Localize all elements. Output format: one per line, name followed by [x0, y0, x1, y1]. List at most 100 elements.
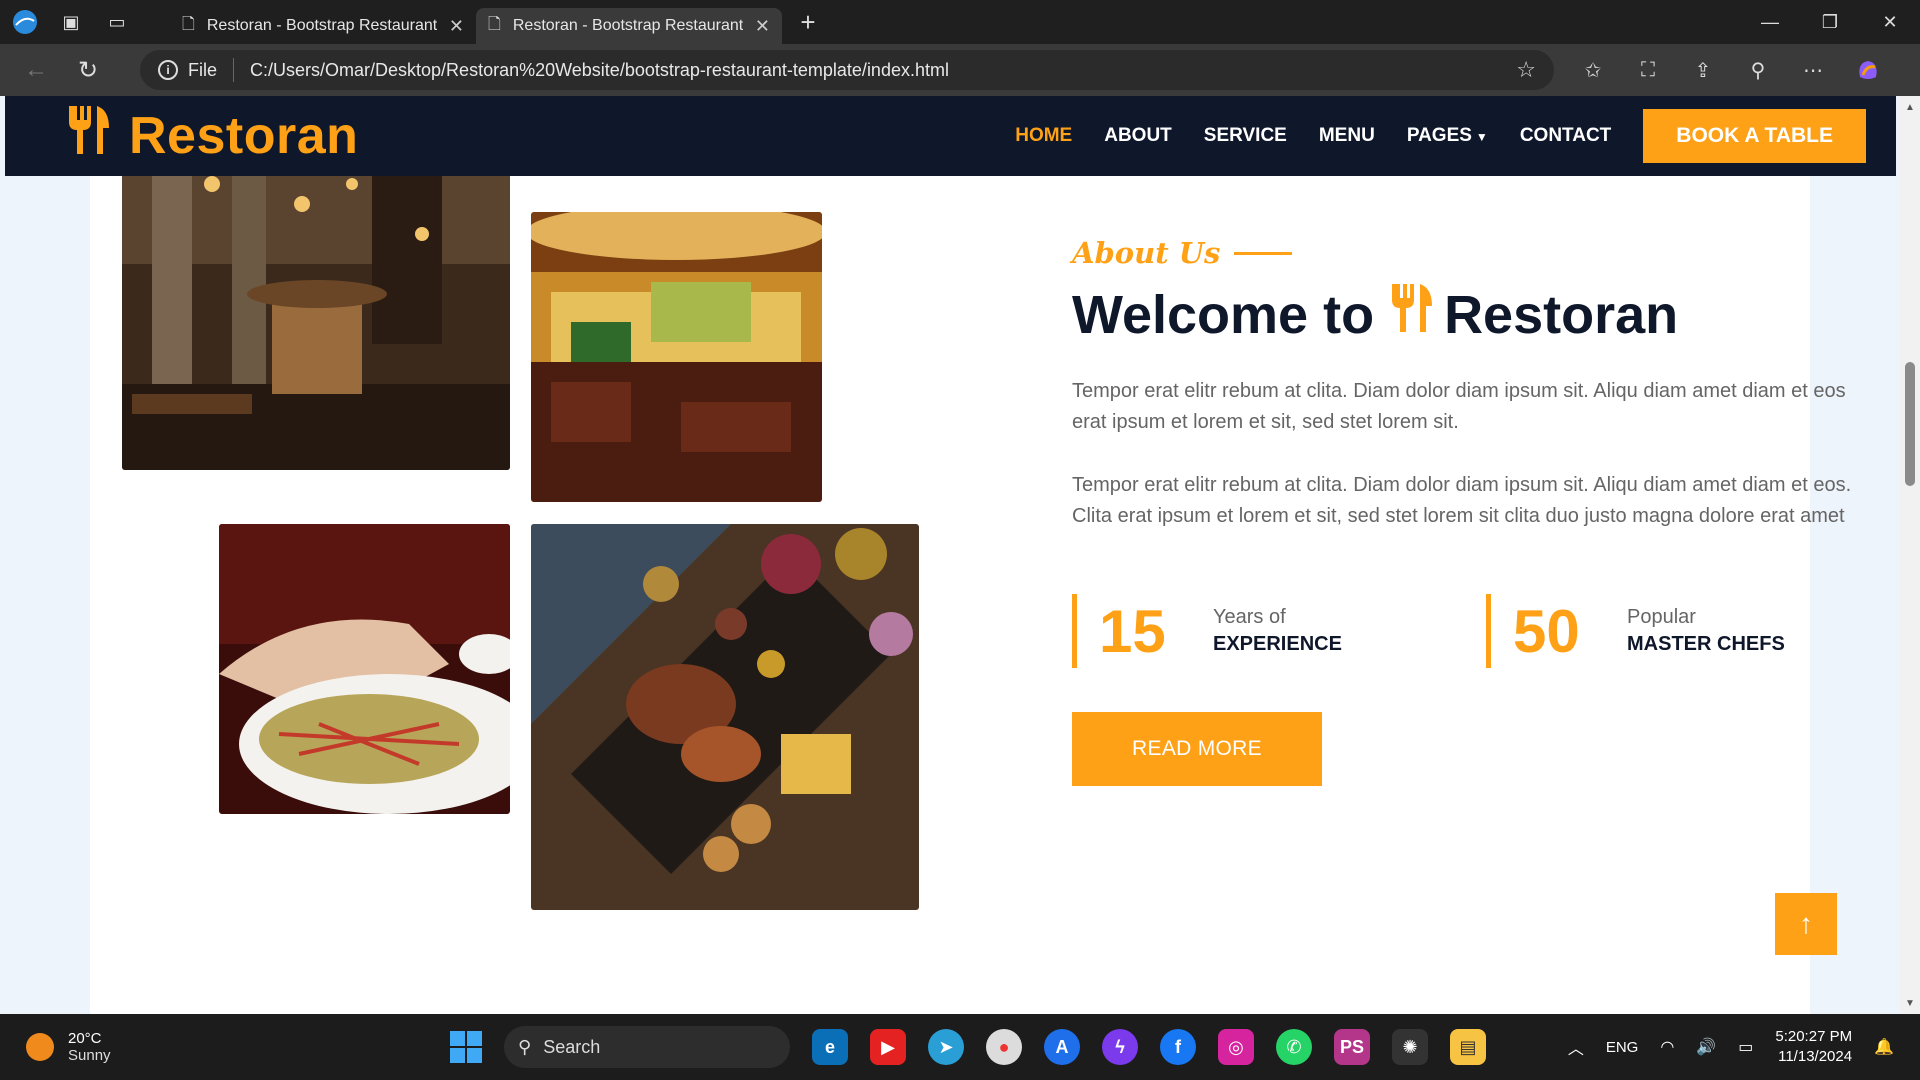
chatgpt-icon[interactable]: ✺	[1392, 1029, 1428, 1065]
address-bar-row: ← ↻ i File C:/Users/Omar/Desktop/Restora…	[0, 44, 1920, 96]
tab-actions-icon[interactable]: ▭	[104, 9, 130, 35]
restaurant-interior-image-2	[531, 212, 822, 502]
nav-contact[interactable]: CONTACT	[1520, 125, 1611, 147]
taskbar: 20°C Sunny ⚲ Search e ▶ ➤ ● A ϟ f ◎ ✆ PS…	[0, 1014, 1920, 1080]
scroll-down-icon[interactable]: ▼	[1900, 994, 1920, 1012]
book-table-button[interactable]: BOOK A TABLE	[1643, 109, 1866, 163]
clock[interactable]: 5:20:27 PM 11/13/2024	[1775, 1027, 1852, 1067]
browser-tab-bar: ▣ ▭ 🗋 Restoran - Bootstrap Restaurant T …	[0, 0, 1920, 44]
tab-title: Restoran - Bootstrap Restaurant T	[206, 17, 437, 34]
stat-caption: Popular	[1627, 606, 1696, 628]
close-tab-icon[interactable]: ✕	[449, 16, 464, 37]
close-tab-icon[interactable]: ✕	[755, 16, 770, 37]
browser-tab-active[interactable]: 🗋 Restoran - Bootstrap Restaurant T ✕	[476, 8, 782, 44]
clock-time: 5:20:27 PM	[1775, 1028, 1853, 1045]
stat-number: 50	[1513, 597, 1580, 665]
stat-caption: Years of	[1213, 606, 1286, 628]
restore-button[interactable]: ❐	[1800, 0, 1860, 44]
info-icon[interactable]: i	[158, 60, 178, 80]
sun-icon	[26, 1033, 54, 1061]
scheme-label: File	[188, 59, 218, 80]
utensils-icon	[1390, 282, 1434, 347]
grilled-food-platter-image	[531, 524, 919, 910]
back-button[interactable]: ←	[10, 44, 62, 96]
extensions-icon[interactable]: ⚲	[1745, 57, 1771, 83]
file-explorer-icon[interactable]: ▤	[1450, 1029, 1486, 1065]
divider	[233, 58, 235, 82]
youtube-icon[interactable]: ▶	[870, 1029, 906, 1065]
browser-tab[interactable]: 🗋 Restoran - Bootstrap Restaurant T ✕	[170, 8, 476, 44]
wifi-icon[interactable]: ◠	[1660, 1037, 1674, 1057]
weather-desc: Sunny	[68, 1047, 111, 1064]
instagram-icon[interactable]: ◎	[1218, 1029, 1254, 1065]
facebook-icon[interactable]: f	[1160, 1029, 1196, 1065]
site-navbar: Restoran HOME ABOUT SERVICE MENU PAGES ▼ …	[5, 96, 1896, 176]
stat-number: 15	[1099, 597, 1166, 665]
telegram-icon[interactable]: ➤	[928, 1029, 964, 1065]
stat-label: MASTER CHEFS	[1627, 633, 1785, 655]
weather-widget[interactable]: 20°C Sunny	[26, 1030, 111, 1064]
search-placeholder: Search	[543, 1036, 601, 1057]
chrome-icon[interactable]: ●	[986, 1029, 1022, 1065]
stat-master-chefs: 50 Popular MASTER CHEFS	[1486, 594, 1785, 668]
nav-pages-dropdown[interactable]: PAGES ▼	[1407, 125, 1488, 147]
section-kicker: About Us	[1072, 236, 1293, 270]
volume-icon[interactable]: 🔊	[1696, 1037, 1716, 1057]
kicker-line	[1234, 251, 1293, 255]
whatsapp-icon[interactable]: ✆	[1276, 1029, 1312, 1065]
scrollbar-thumb[interactable]	[1905, 362, 1915, 486]
battery-icon[interactable]: ▭	[1738, 1037, 1753, 1057]
caret-down-icon: ▼	[1475, 130, 1488, 144]
about-heading: Welcome to Restoran	[1072, 282, 1678, 347]
screenshot-icon[interactable]: ⛶	[1635, 57, 1661, 83]
language-indicator[interactable]: ENG	[1606, 1039, 1639, 1056]
address-bar[interactable]: i File C:/Users/Omar/Desktop/Restoran%20…	[140, 50, 1554, 90]
page-viewport: About Us Welcome to Restoran Tempor erat…	[0, 96, 1920, 1014]
nav-service[interactable]: SERVICE	[1204, 125, 1287, 147]
notification-bell-icon[interactable]: 🔔	[1874, 1037, 1894, 1057]
system-tray: ︿ ENG ◠ 🔊 ▭ 5:20:27 PM 11/13/2024 🔔	[1568, 1014, 1920, 1080]
minimize-button[interactable]: —	[1740, 0, 1800, 44]
profile-icon[interactable]	[12, 9, 38, 35]
dining-plate-image	[219, 524, 510, 814]
close-window-button[interactable]: ✕	[1860, 0, 1920, 44]
utensils-icon	[67, 103, 111, 170]
arrow-up-icon: ↑	[1799, 908, 1813, 939]
page-scrollbar[interactable]: ▲ ▼	[1900, 96, 1920, 1014]
page-icon: 🗋	[488, 15, 501, 33]
about-paragraph-1: Tempor erat elitr rebum at clita. Diam d…	[1072, 380, 1846, 433]
new-tab-button[interactable]: +	[788, 2, 828, 42]
nav-about[interactable]: ABOUT	[1104, 125, 1172, 147]
brand-name: Restoran	[129, 107, 359, 165]
copilot-icon[interactable]	[1855, 57, 1881, 83]
taskbar-search[interactable]: ⚲ Search	[504, 1026, 790, 1068]
about-paragraph-2: Tempor erat elitr rebum at clita. Diam d…	[1072, 474, 1852, 527]
app-store-icon[interactable]: A	[1044, 1029, 1080, 1065]
url-text[interactable]: C:/Users/Omar/Desktop/Restoran%20Website…	[250, 60, 1516, 81]
page-icon: 🗋	[182, 15, 195, 33]
phpstorm-icon[interactable]: PS	[1334, 1029, 1370, 1065]
nav-home[interactable]: HOME	[1015, 125, 1072, 147]
read-more-button[interactable]: READ MORE	[1072, 712, 1322, 786]
scroll-up-icon[interactable]: ▲	[1900, 98, 1920, 116]
share-icon[interactable]: ⇪	[1690, 57, 1716, 83]
page-container: About Us Welcome to Restoran Tempor erat…	[90, 96, 1851, 1014]
back-to-top-button[interactable]: ↑	[1775, 893, 1837, 955]
heading-text: Welcome to	[1072, 284, 1375, 345]
heading-brand: Restoran	[1444, 284, 1679, 345]
chevron-up-icon[interactable]: ︿	[1568, 1035, 1584, 1059]
favorite-star-icon[interactable]: ☆	[1516, 57, 1536, 83]
edge-icon[interactable]: e	[812, 1029, 848, 1065]
restaurant-interior-image-1	[122, 144, 510, 470]
start-button[interactable]	[450, 1031, 482, 1063]
kicker-text: About Us	[1072, 236, 1221, 270]
more-icon[interactable]: ⋯	[1800, 57, 1826, 83]
workspaces-icon[interactable]: ▣	[58, 9, 84, 35]
refresh-button[interactable]: ↻	[62, 44, 114, 96]
messenger-icon[interactable]: ϟ	[1102, 1029, 1138, 1065]
site-logo[interactable]: Restoran	[67, 103, 358, 170]
nav-menu[interactable]: MENU	[1319, 125, 1375, 147]
favorites-icon[interactable]: ✩	[1580, 57, 1606, 83]
weather-temp: 20°C	[68, 1030, 102, 1047]
search-icon: ⚲	[518, 1036, 532, 1057]
